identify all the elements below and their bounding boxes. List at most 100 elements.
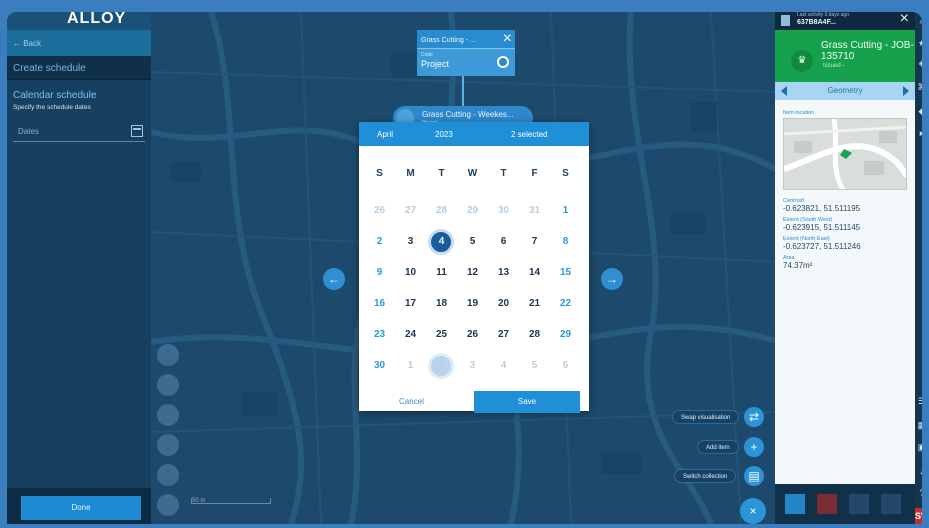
calendar-day[interactable]: 29 — [550, 324, 581, 346]
zoom-out-button[interactable] — [157, 464, 179, 486]
map-item-popup: Grass Cutting - ... × Code Project — [417, 30, 515, 76]
chevron-left-icon[interactable] — [781, 86, 787, 96]
calendar-day[interactable]: 28 — [519, 324, 550, 346]
calendar-day[interactable]: 23 — [364, 324, 395, 346]
star-icon[interactable]: ★ — [917, 38, 922, 48]
swap-visualisation-label[interactable]: Swap visualisation — [672, 410, 740, 424]
add-item-label[interactable]: Add item — [697, 440, 739, 454]
calendar-day[interactable]: 27 — [395, 200, 426, 222]
calendar-day[interactable]: 4 — [426, 231, 457, 253]
layers-button[interactable] — [157, 344, 179, 366]
calendar-day[interactable]: 4 — [488, 355, 519, 377]
last-activity: Last activity 3 days ago — [797, 12, 849, 18]
calendar-day[interactable]: 3 — [457, 355, 488, 377]
locate-button[interactable] — [157, 374, 179, 396]
layers-icon[interactable]: ◈ — [917, 58, 922, 68]
next-month-button[interactable]: → — [601, 268, 623, 290]
calendar-day[interactable]: 12 — [457, 262, 488, 284]
star-icon[interactable] — [849, 494, 869, 514]
edit-map-button[interactable] — [157, 494, 179, 516]
calendar-day[interactable]: 28 — [426, 200, 457, 222]
area-value: 74.37m² — [783, 261, 813, 270]
calendar-day[interactable]: 17 — [395, 293, 426, 315]
calendar-icon[interactable] — [131, 125, 143, 137]
switch-collection-label[interactable]: Switch collection — [674, 469, 737, 483]
done-button[interactable]: Done — [21, 496, 141, 520]
calendar-day[interactable]: 16 — [364, 293, 395, 315]
calendar-day[interactable]: 21 — [519, 293, 550, 315]
weekday-label: T — [438, 168, 445, 179]
popup-code-row[interactable]: Code Project — [417, 48, 515, 76]
calendar-day[interactable]: 9 — [364, 262, 395, 284]
search-icon[interactable]: ⌕ — [917, 16, 922, 26]
code-label: Code — [421, 52, 433, 58]
location-minimap[interactable] — [783, 118, 907, 190]
month-label[interactable]: April — [377, 130, 393, 139]
swap-icon[interactable]: ⇄ — [744, 407, 764, 427]
copy-icon[interactable] — [781, 15, 790, 26]
back-link[interactable]: ← Back — [7, 30, 151, 56]
help-icon[interactable]: ? — [917, 488, 922, 498]
calendar-day[interactable]: 6 — [550, 355, 581, 377]
prev-month-button[interactable]: ← — [323, 268, 345, 290]
calendar-day[interactable]: 2 — [426, 355, 457, 377]
calendar-day[interactable]: 3 — [395, 231, 426, 253]
calendar-day[interactable]: 14 — [519, 262, 550, 284]
date-picker: April 2023 2 selected Cancel Save SMTWTF… — [359, 122, 589, 413]
collection-icon[interactable]: ▤ — [744, 466, 764, 486]
briefcase-icon[interactable]: ▣ — [917, 442, 922, 452]
weekday-label: S — [562, 168, 569, 179]
calendar-day[interactable]: 26 — [457, 324, 488, 346]
save-button[interactable]: Save — [474, 391, 580, 413]
bell-icon[interactable]: ♪ — [917, 466, 922, 476]
calendar-day[interactable]: 26 — [364, 200, 395, 222]
item-status: Issued - — [823, 63, 845, 69]
calendar-day[interactable]: 5 — [457, 231, 488, 253]
cancel-button[interactable]: Cancel — [399, 397, 424, 406]
calendar-day[interactable]: 1 — [550, 200, 581, 222]
tag-icon[interactable]: ▸ — [917, 128, 922, 138]
delete-icon[interactable] — [817, 494, 837, 514]
plus-icon[interactable]: + — [744, 437, 764, 457]
calendar-day[interactable]: 30 — [364, 355, 395, 377]
calendar-day[interactable]: 18 — [426, 293, 457, 315]
calendar-day[interactable]: 5 — [519, 355, 550, 377]
year-label[interactable]: 2023 — [435, 130, 453, 139]
calendar-day[interactable]: 22 — [550, 293, 581, 315]
chevron-right-icon[interactable] — [903, 86, 909, 96]
calendar-day[interactable]: 29 — [457, 200, 488, 222]
edit-icon[interactable] — [785, 494, 805, 514]
report-icon[interactable]: ▦ — [917, 420, 922, 430]
geometry-tab[interactable]: Geometry — [775, 82, 915, 100]
calendar-day[interactable]: 31 — [519, 200, 550, 222]
network-icon[interactable]: ⌘ — [917, 82, 923, 92]
crown-icon: ♛ — [791, 50, 813, 72]
radio-selected[interactable] — [497, 56, 509, 68]
dates-field[interactable]: Dates — [13, 125, 145, 142]
stack-icon[interactable]: ◆ — [917, 106, 922, 116]
calendar-day[interactable]: 15 — [550, 262, 581, 284]
calendar-day[interactable]: 10 — [395, 262, 426, 284]
calendar-day[interactable]: 11 — [426, 262, 457, 284]
user-avatar[interactable]: SW — [915, 508, 922, 524]
calendar-day[interactable]: 19 — [457, 293, 488, 315]
code-value: Project — [421, 59, 450, 69]
close-icon[interactable]: × — [503, 30, 512, 48]
draw-button[interactable] — [157, 404, 179, 426]
calendar-day[interactable]: 6 — [488, 231, 519, 253]
calendar-day[interactable]: 27 — [488, 324, 519, 346]
calendar-day[interactable]: 25 — [426, 324, 457, 346]
calendar-day[interactable]: 1 — [395, 355, 426, 377]
calendar-day[interactable]: 24 — [395, 324, 426, 346]
calendar-day[interactable]: 30 — [488, 200, 519, 222]
zoom-in-button[interactable] — [157, 434, 179, 456]
close-icon[interactable]: × — [900, 12, 909, 28]
close-icon[interactable]: × — [740, 498, 766, 524]
menu-icon[interactable] — [881, 494, 901, 514]
calendar-day[interactable]: 2 — [364, 231, 395, 253]
calendar-day[interactable]: 8 — [550, 231, 581, 253]
table-icon[interactable]: ☰ — [917, 396, 922, 406]
calendar-day[interactable]: 20 — [488, 293, 519, 315]
calendar-day[interactable]: 7 — [519, 231, 550, 253]
calendar-day[interactable]: 13 — [488, 262, 519, 284]
